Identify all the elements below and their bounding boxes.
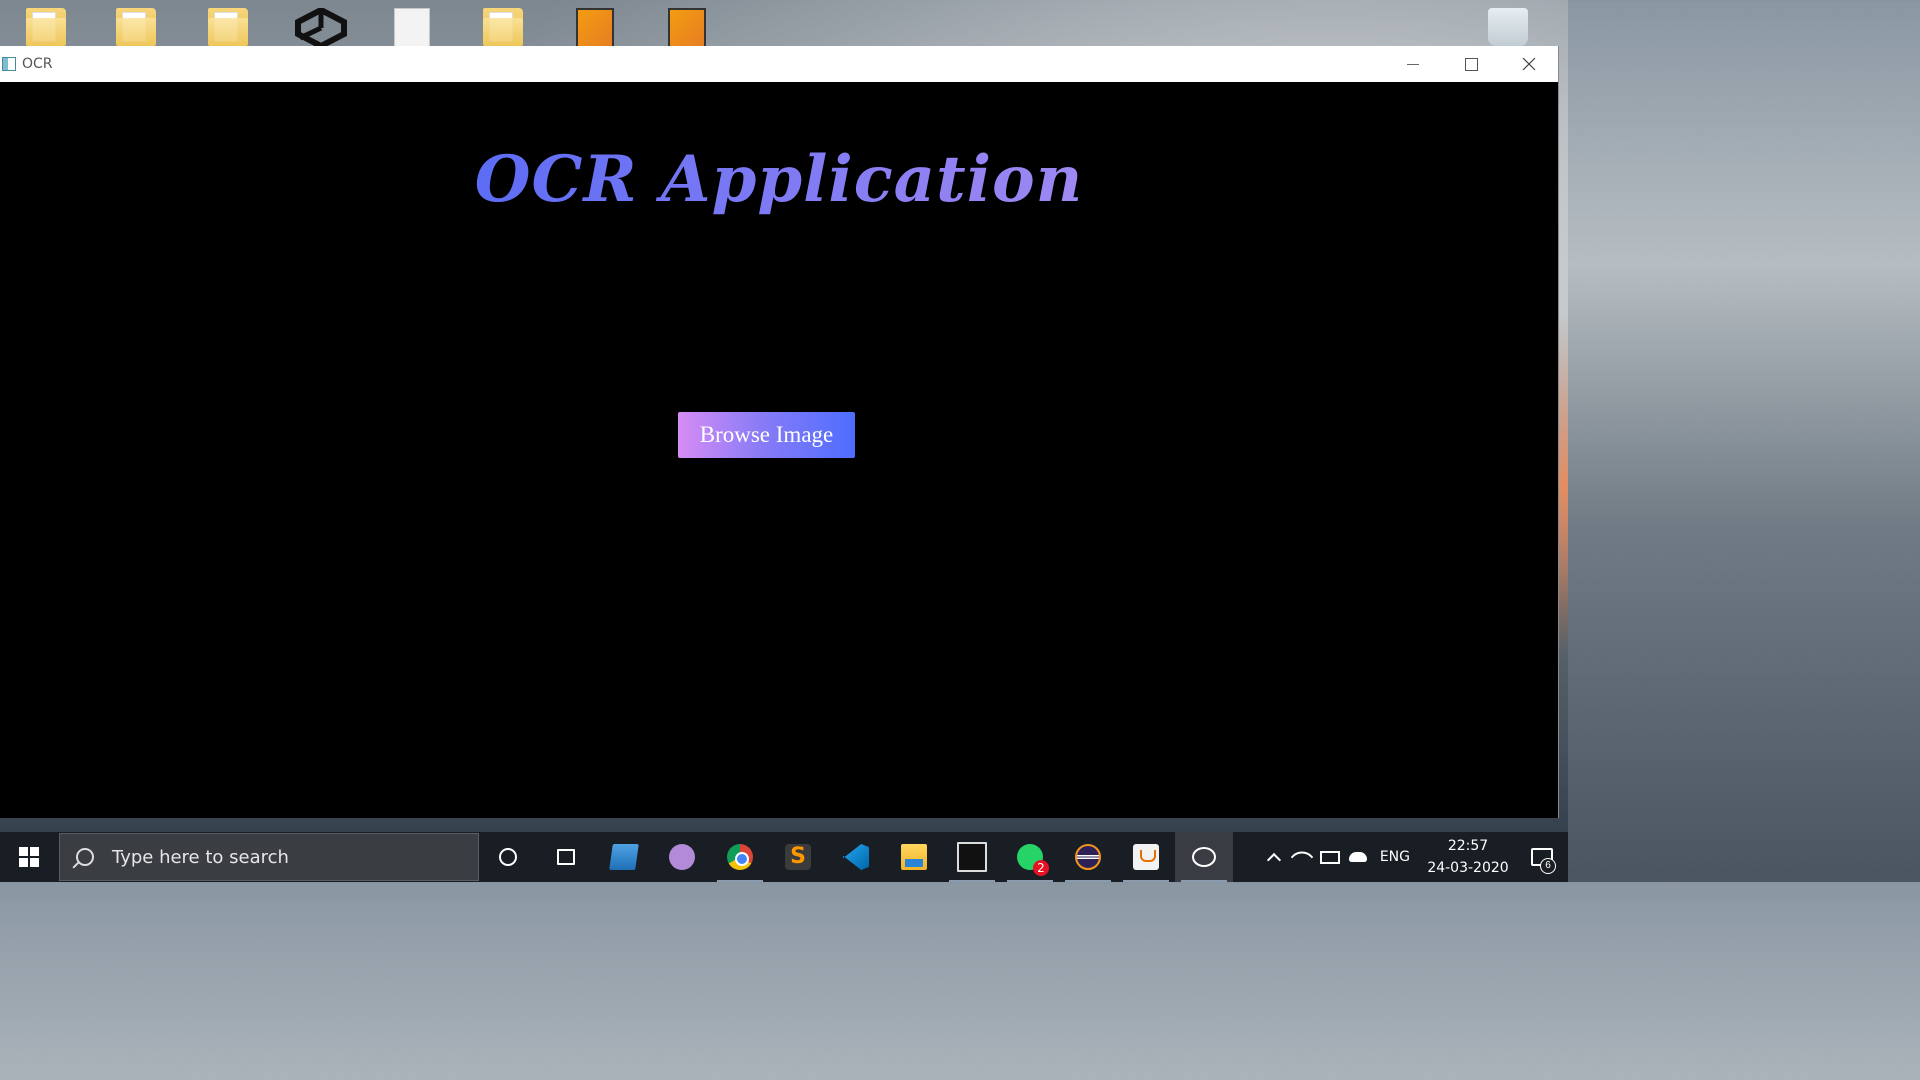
battery-button[interactable] [1316,832,1344,882]
show-hidden-icons-button[interactable] [1260,832,1288,882]
close-icon [1522,57,1536,71]
minimize-button[interactable] [1384,46,1442,82]
eclipse-icon [1075,844,1101,870]
app-heading: OCR Application [0,142,1558,217]
task-view-button[interactable] [537,832,595,882]
this-pc-icon [609,844,639,870]
sweet-home-3d-icon[interactable] [668,8,706,50]
search-placeholder: Type here to search [112,846,289,868]
maximize-icon [1464,57,1478,71]
maximize-button[interactable] [1442,46,1500,82]
java-icon [1133,844,1159,870]
sweet-home-3d-icon[interactable] [576,8,614,50]
taskbar-this-pc[interactable] [595,832,653,882]
notification-count: 6 [1540,858,1556,874]
clock-date: 24-03-2020 [1427,860,1509,876]
close-button[interactable] [1500,46,1558,82]
document-icon[interactable] [394,8,430,48]
wifi-icon [1290,845,1314,869]
taskbar-command-prompt[interactable] [943,832,1001,882]
taskbar-vscode[interactable] [827,832,885,882]
taskbar-photos[interactable] [1175,832,1233,882]
photos-icon [1192,847,1216,867]
cortana-button[interactable] [479,832,537,882]
taskbar-search-box[interactable]: Type here to search [59,833,479,881]
folder-icon[interactable] [116,8,156,46]
folder-icon[interactable] [483,8,523,46]
folder-icon[interactable] [208,8,248,46]
command-prompt-icon [957,842,987,872]
github-desktop-icon [669,844,695,870]
app-icon [2,57,16,71]
clock[interactable]: 22:57 24-03-2020 [1420,835,1516,879]
app-content: OCR Application Browse Image [0,82,1558,818]
vscode-icon [843,844,869,870]
clock-time: 22:57 [1447,838,1489,854]
notification-badge: 2 [1033,860,1049,876]
chevron-up-icon [1266,852,1281,868]
action-center-button[interactable]: 6 [1516,832,1568,882]
title-bar[interactable]: OCR [0,46,1558,82]
sublime-text-icon [785,844,811,870]
battery-icon [1319,850,1340,864]
browse-image-button[interactable]: Browse Image [678,412,855,458]
folder-icon[interactable] [26,8,66,46]
chrome-icon [727,844,753,870]
taskbar-java[interactable] [1117,832,1175,882]
onedrive-button[interactable] [1344,832,1372,882]
recycle-bin-icon[interactable] [1488,8,1528,46]
minimize-icon [1407,63,1419,65]
search-icon [76,848,94,866]
task-view-icon [557,849,575,865]
network-button[interactable] [1288,832,1316,882]
taskbar-eclipse[interactable] [1059,832,1117,882]
cortana-icon [499,848,517,866]
start-button[interactable] [0,832,58,882]
window-controls [1384,46,1558,82]
taskbar-apps: 2 [479,832,1233,882]
taskbar: Type here to search 2 ENG 22:57 24-03-20… [0,832,1568,882]
taskbar-whatsapp[interactable]: 2 [1001,832,1059,882]
input-language[interactable]: ENG [1380,849,1410,865]
windows-logo-icon [19,847,39,867]
unity-icon[interactable] [294,6,347,50]
cloud-icon [1348,852,1367,862]
taskbar-file-explorer[interactable] [885,832,943,882]
system-tray: ENG 22:57 24-03-2020 6 [1260,832,1568,882]
taskbar-github-desktop[interactable] [653,832,711,882]
window-title: OCR [22,56,53,72]
file-explorer-icon [901,844,927,870]
desktop-icons [0,4,1568,50]
taskbar-chrome[interactable] [711,832,769,882]
taskbar-sublime-text[interactable] [769,832,827,882]
ocr-window: OCR OCR Application Browse Image [0,46,1559,818]
